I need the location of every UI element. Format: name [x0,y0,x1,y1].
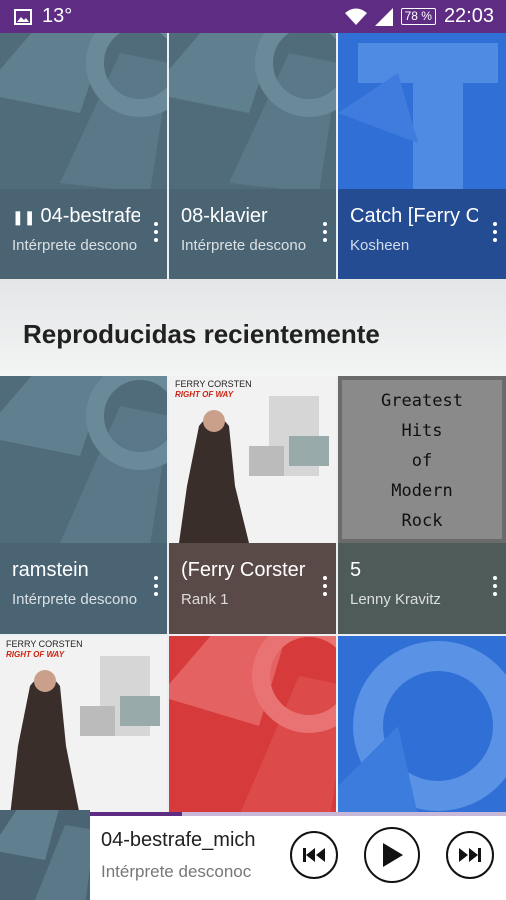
album-title: (Ferry Corster [181,559,306,581]
album-art: Greatest Hits of Modern Rock [338,376,506,543]
clock: 22:03 [443,5,494,27]
album-title: Catch [Ferry C [350,205,478,227]
album-tile[interactable]: ramstein Intérprete descono [0,376,167,634]
now-playing-title: 04-bestrafe_mich [101,829,256,851]
album-title: 5 [350,559,362,581]
section-title: Reproducidas recientemente [23,319,380,349]
album-tile[interactable]: Catch [Ferry C Kosheen [338,33,506,279]
play-button[interactable] [364,827,420,883]
album-info: ramstein Intérprete descono [0,543,167,634]
next-button[interactable] [446,831,494,879]
album-title: ramstein [12,559,89,581]
album-info: (Ferry Corster Rank 1 [169,543,336,634]
album-tile[interactable] [338,636,506,816]
album-artist: Intérprete descono [12,237,138,254]
now-playing-art[interactable] [0,810,90,900]
progress-bar [90,812,182,816]
recent-section-header: Reproducidas recientemente [0,279,506,376]
album-artist: Kosheen [350,237,410,254]
more-options-icon[interactable] [492,222,498,244]
album-art [338,33,506,189]
temperature: 13° [42,5,73,27]
play-icon [383,843,403,867]
wifi-icon [344,8,367,25]
battery-indicator: 78 % [400,8,436,25]
album-art [0,33,167,193]
album-tile[interactable]: Greatest Hits of Modern Rock 5 Lenny Kra… [338,376,506,634]
album-title: ❚❚04-bestrafe_ [12,205,140,227]
skip-previous-icon [303,848,325,862]
mini-player[interactable]: 04-bestrafe_mich Intérprete desconoc [0,810,506,900]
album-artist: Intérprete descono [12,591,138,608]
cover-text: Greatest Hits of Modern Rock [381,391,463,531]
more-options-icon[interactable] [492,576,498,598]
status-bar: 13° 78 % 22:03 [0,0,506,33]
pause-icon: ❚❚ [12,209,36,225]
previous-button[interactable] [290,831,338,879]
cover-brand-text: FERRY CORSTEN [175,379,252,389]
gallery-icon [14,8,32,25]
now-playing-artist: Intérprete desconoc [101,862,252,881]
album-info: 5 Lenny Kravitz [338,543,506,634]
album-info: ❚❚04-bestrafe_ Intérprete descono [0,189,167,279]
album-art [169,33,336,193]
more-options-icon[interactable] [153,222,159,244]
cover-script-text: RIGHT OF WAY [175,390,234,399]
cover-script-text: RIGHT OF WAY [6,650,65,659]
album-artist: Lenny Kravitz [350,591,441,608]
album-tile[interactable]: ❚❚04-bestrafe_ Intérprete descono [0,33,167,279]
more-options-icon[interactable] [153,576,159,598]
cover-brand-text: FERRY CORSTEN [6,639,83,649]
skip-next-icon [459,848,481,862]
album-title: 08-klavier [181,205,268,227]
album-artist: Intérprete descono [181,237,307,254]
signal-icon [374,7,393,26]
album-art: FERRY CORSTEN RIGHT OF WAY [169,376,336,543]
album-artist: Rank 1 [181,591,229,608]
album-tile[interactable] [169,636,336,816]
more-options-icon[interactable] [322,222,328,244]
album-tile[interactable]: FERRY CORSTEN RIGHT OF WAY (Ferry Corste… [169,376,336,634]
album-art [0,376,167,546]
album-info: 08-klavier Intérprete descono [169,189,336,279]
album-tile[interactable]: FERRY CORSTEN RIGHT OF WAY [0,636,167,816]
album-info: Catch [Ferry C Kosheen [338,189,506,279]
album-tile[interactable]: 08-klavier Intérprete descono [169,33,336,279]
more-options-icon[interactable] [322,576,328,598]
